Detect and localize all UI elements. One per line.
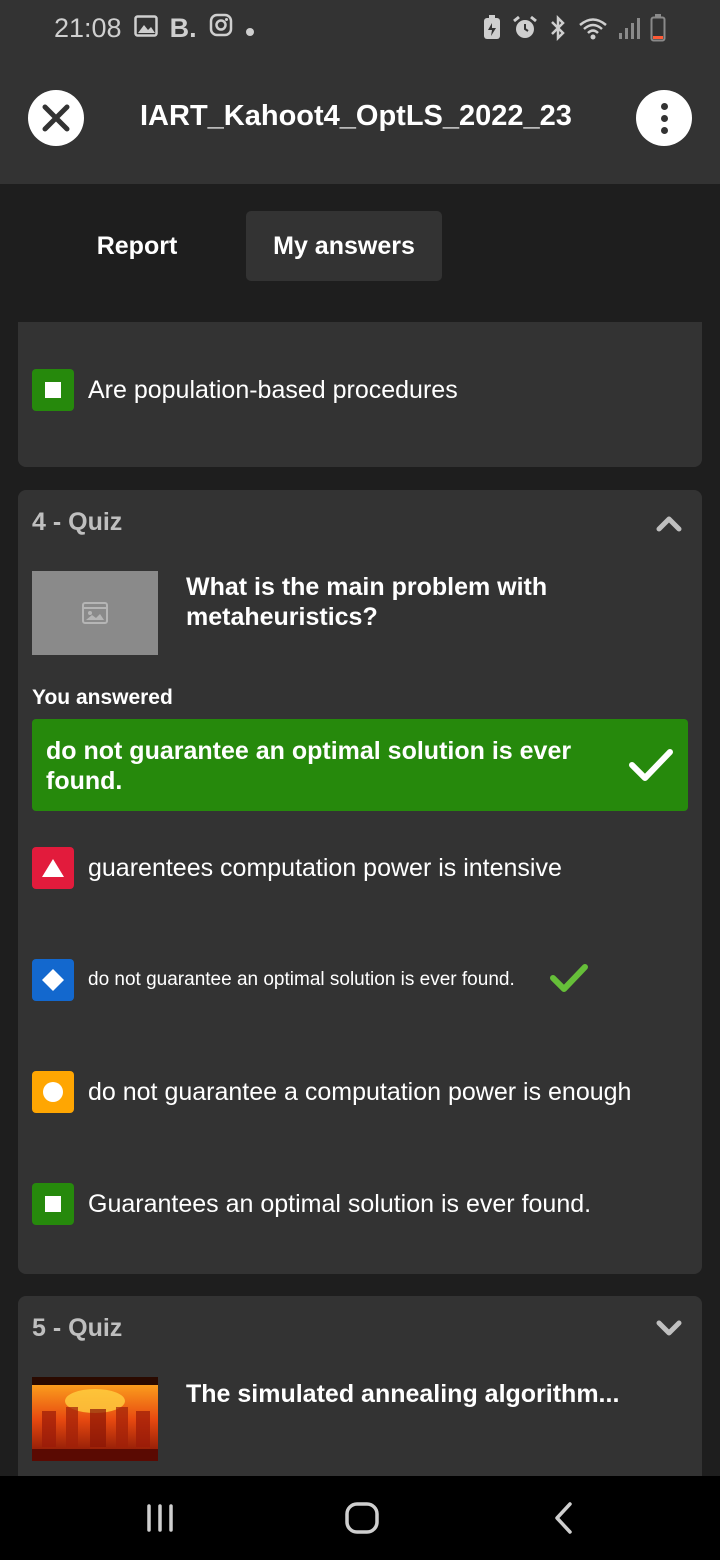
square-icon: [32, 369, 74, 411]
answers-list[interactable]: Are population-based procedures 4 - Quiz…: [0, 322, 720, 1476]
navigation-bar: [0, 1476, 720, 1560]
recent-apps-icon[interactable]: [142, 1498, 178, 1542]
quiz-card-5[interactable]: 5 - Quiz The simulated annealing algorit…: [18, 1296, 702, 1476]
answer-option: guarentees computation power is intensiv…: [32, 847, 688, 889]
question-text: What is the main problem with metaheuris…: [186, 573, 548, 631]
tab-bar: Report My answers: [0, 184, 720, 304]
answer-text: do not guarantee a computation power is …: [88, 1077, 632, 1106]
alarm-icon: [512, 15, 538, 41]
answer-option: Are population-based procedures: [32, 369, 688, 411]
status-time: 21:08: [54, 12, 122, 43]
menu-dot: [660, 114, 668, 122]
chevron-down-icon[interactable]: [656, 1320, 682, 1342]
triangle-icon: [32, 847, 74, 889]
answer-text: do not guarantee an optimal solution is …: [88, 969, 515, 990]
tab-report[interactable]: Report: [72, 211, 202, 281]
status-right: [482, 14, 666, 42]
app-header: IART_Kahoot4_OptLS_2022_23: [0, 56, 720, 184]
close-icon: [42, 104, 70, 132]
more-vertical-icon: [660, 102, 668, 110]
gallery-icon: [133, 14, 158, 43]
chevron-up-icon[interactable]: [656, 514, 682, 536]
chosen-answer-text: do not guarantee an optimal solution is …: [46, 737, 572, 795]
status-left: 21:08 B.: [54, 13, 255, 44]
checkmark-icon: [628, 747, 674, 787]
quiz-card-4: 4 - Quiz What is the main problem with m…: [18, 490, 702, 1274]
answer-option: do not guarantee a computation power is …: [32, 1071, 688, 1113]
status-bar: 21:08 B.: [0, 0, 720, 56]
answer-text: guarentees computation power is intensiv…: [88, 853, 562, 882]
answer-option: Guarantees an optimal solution is ever f…: [32, 1183, 688, 1225]
square-icon: [32, 1183, 74, 1225]
circle-icon: [32, 1071, 74, 1113]
wifi-icon: [578, 16, 608, 40]
back-icon[interactable]: [546, 1498, 582, 1542]
chosen-answer: do not guarantee an optimal solution is …: [32, 719, 688, 811]
more-options-button[interactable]: [636, 90, 692, 146]
image-placeholder-icon: [82, 602, 108, 624]
answer-text: Are population-based procedures: [88, 375, 458, 404]
answer-option: do not guarantee an optimal solution is …: [32, 959, 688, 1001]
battery-icon: [650, 14, 666, 42]
instagram-icon: [209, 13, 233, 43]
question-text: The simulated annealing algorithm...: [186, 1380, 620, 1408]
menu-dot: [660, 126, 668, 134]
b-app-icon: B.: [169, 12, 197, 43]
quiz-label: 5 - Quiz: [32, 1314, 123, 1342]
signal-icon: [618, 16, 640, 40]
diamond-icon: [32, 959, 74, 1001]
question-image: [32, 1377, 158, 1461]
you-answered-label: You answered: [32, 686, 173, 709]
close-button[interactable]: [28, 90, 84, 146]
quiz-label: 4 - Quiz: [32, 508, 123, 536]
question-image: [32, 571, 158, 655]
battery-saver-icon: [482, 15, 502, 41]
correct-checkmark-icon: [549, 962, 589, 998]
bluetooth-icon: [548, 15, 568, 41]
tab-my-answers[interactable]: My answers: [246, 211, 442, 281]
quiz-card-previous: Are population-based procedures: [18, 322, 702, 467]
answer-text: Guarantees an optimal solution is ever f…: [88, 1189, 592, 1218]
notification-dot-icon: [245, 14, 255, 43]
page-title: IART_Kahoot4_OptLS_2022_23: [140, 100, 572, 132]
home-icon[interactable]: [342, 1498, 382, 1542]
